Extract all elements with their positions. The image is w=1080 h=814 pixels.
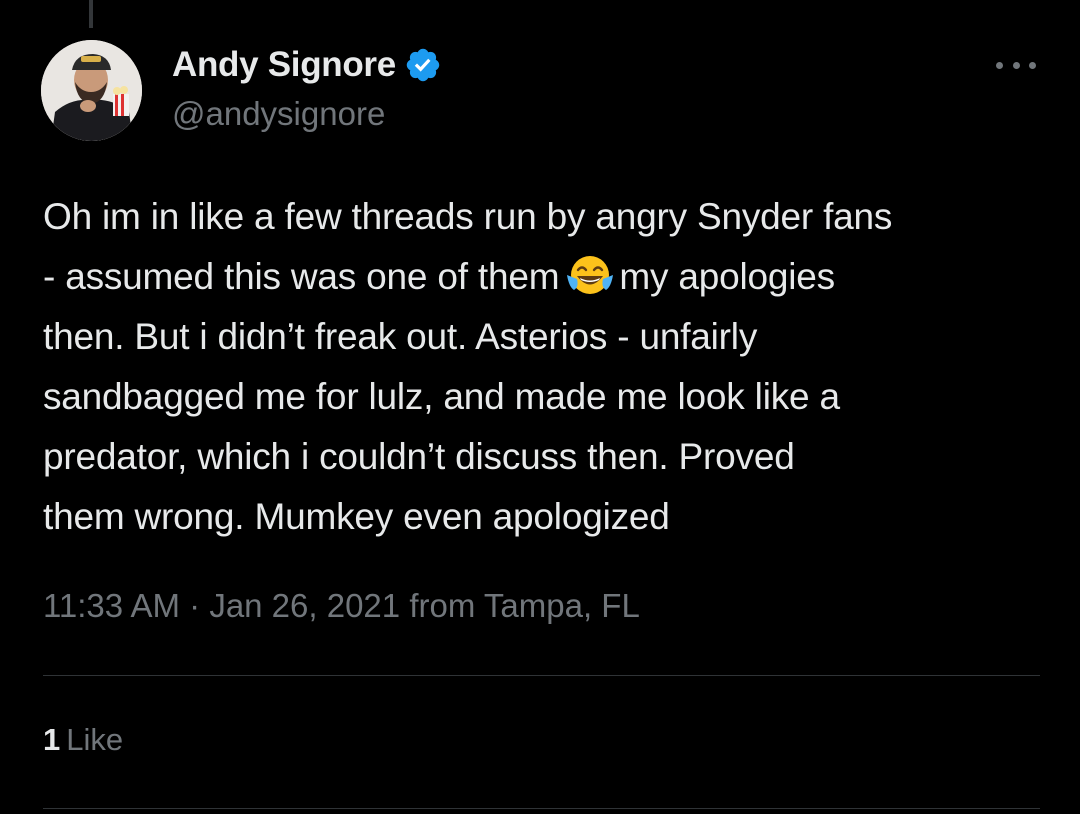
tweet-line: them wrong. Mumkey even apologized xyxy=(43,496,670,537)
avatar[interactable] xyxy=(41,40,142,141)
verified-badge-icon xyxy=(406,48,440,82)
tweet-metadata: 11:33 AM · Jan 26, 2021 from Tampa, FL xyxy=(43,587,640,625)
tweet-date[interactable]: Jan 26, 2021 xyxy=(209,587,400,624)
tweet-line: then. But i didn’t freak out. Asterios -… xyxy=(43,316,758,357)
meta-separator: · xyxy=(179,587,210,624)
tweet-line: sandbagged me for lulz, and made me look… xyxy=(43,376,840,417)
divider xyxy=(43,808,1040,809)
tweet-line: predator, which i couldn’t discuss then.… xyxy=(43,436,795,477)
author-handle[interactable]: @andysignore xyxy=(172,95,385,133)
tweet-text: Oh im in like a few threads run by angry… xyxy=(43,187,1043,547)
tweet-time[interactable]: 11:33 AM xyxy=(43,587,180,624)
likes-count: 1 xyxy=(43,722,61,757)
tweet-line-part: - assumed this was one of them xyxy=(43,256,560,297)
tweet-line-part: my apologies xyxy=(619,256,835,297)
thread-connector-line xyxy=(89,0,93,28)
divider xyxy=(43,675,1040,676)
likes-stat[interactable]: 1 Like xyxy=(43,722,123,758)
dot xyxy=(996,61,1003,69)
face-with-tears-of-joy-icon xyxy=(567,256,614,294)
display-name[interactable]: Andy Signore xyxy=(172,45,396,85)
tweet-line-with-emoji: - assumed this was one of them my apolog… xyxy=(43,247,1043,307)
likes-label: Like xyxy=(66,722,124,757)
tweet-location: from Tampa, FL xyxy=(400,587,640,624)
dot xyxy=(1012,61,1020,69)
author-name-row[interactable]: Andy Signore xyxy=(172,44,442,86)
dot xyxy=(1029,61,1036,69)
avatar-image xyxy=(41,40,142,141)
tweet-line: Oh im in like a few threads run by angry… xyxy=(43,196,893,237)
more-options-icon[interactable] xyxy=(996,50,1036,80)
